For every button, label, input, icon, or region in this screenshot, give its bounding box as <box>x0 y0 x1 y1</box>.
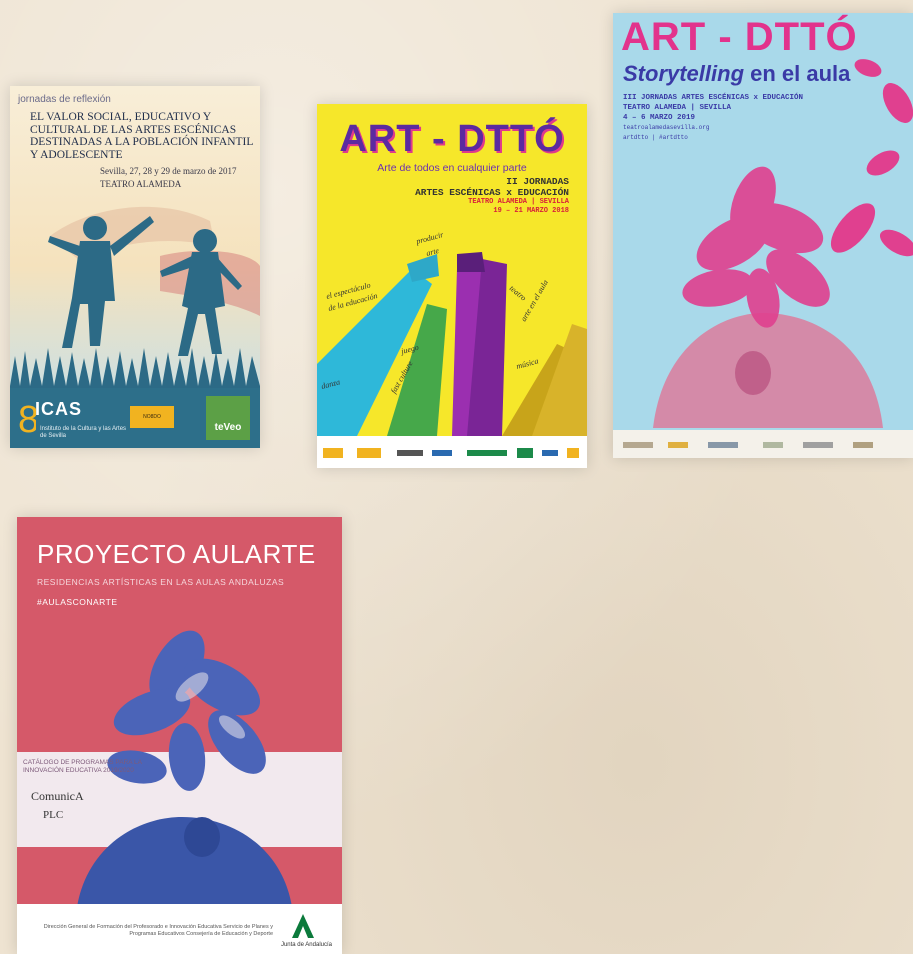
poster-art-dtto-2018[interactable]: ART - DTTÓ Arte de todos en cualquier pa… <box>317 104 587 468</box>
sponsor-logos-bar <box>613 430 913 458</box>
svg-text:producir: producir <box>414 230 445 246</box>
junta-andalucia-logo-icon <box>292 914 314 938</box>
svg-text:arte: arte <box>425 246 440 258</box>
poster-art-dtto-2019[interactable]: ART - DTTÓ Storytelling en el aula III J… <box>613 13 913 458</box>
ayuntamiento-logo: NO8DO <box>130 406 174 428</box>
svg-text:8: 8 <box>18 399 36 438</box>
poster-proyecto-aularte[interactable]: PROYECTO AULARTE RESIDENCIAS ARTÍSTICAS … <box>17 517 342 954</box>
svg-text:música: música <box>515 356 539 371</box>
poster-footer-text: Dirección General de Formación del Profe… <box>43 924 273 937</box>
plc-logo: PLC <box>43 809 64 821</box>
sponsor-logos-icon <box>323 448 579 458</box>
poster-kicker: jornadas de reflexión <box>18 94 111 105</box>
icas-logo-text: ICAS <box>35 399 83 419</box>
sponsor-logos-bar <box>317 436 587 468</box>
poster-title: EL VALOR SOCIAL, EDUCATIVO Y CULTURAL DE… <box>30 111 253 161</box>
icas-logo-subtext: Instituto de la Cultura y las Artes de S… <box>40 426 127 439</box>
poster-dates: Sevilla, 27, 28 y 29 de marzo de 2017 <box>100 166 237 176</box>
comunica-logo: ComunicA <box>31 789 84 803</box>
svg-text:teatro: teatro <box>508 284 528 303</box>
poster-venue: TEATRO ALAMEDA <box>100 179 182 189</box>
teveo-logo-text: teVeo <box>214 422 242 433</box>
icas-logo-icon: 8 <box>18 399 36 438</box>
leaves-figure-art <box>77 630 292 907</box>
poster-jornadas-reflexion[interactable]: jornadas de reflexión EL VALOR SOCIAL, E… <box>10 86 260 448</box>
poster-catalog-text: CATÁLOGO DE PROGRAMAS PARA LA INNOVACIÓN… <box>23 759 142 774</box>
sponsor-logos-icon <box>623 442 873 448</box>
legs-illustration: producir arte el espectáculo de la educa… <box>317 230 587 436</box>
teveo-logo: teVeo <box>206 396 250 440</box>
leaves-figure-art <box>653 59 913 428</box>
junta-andalucia-label: Junta de Andalucía <box>280 942 332 948</box>
